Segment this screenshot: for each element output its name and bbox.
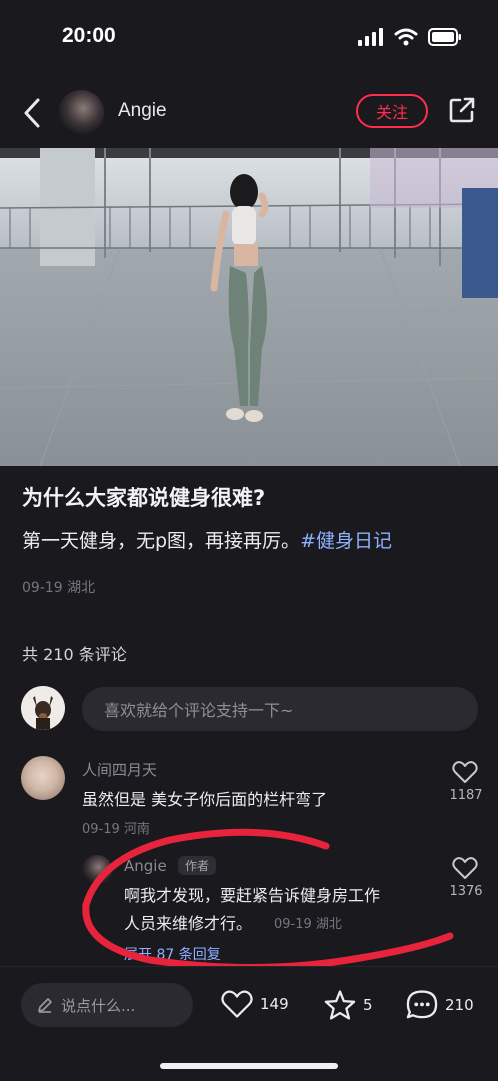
- comment-input[interactable]: 喜欢就给个评论支持一下~: [82, 687, 478, 731]
- reply-text-line-2: 人员来维修才行。: [124, 914, 253, 933]
- reply-author-avatar[interactable]: [82, 855, 112, 885]
- wifi-icon: [394, 28, 418, 46]
- comment-total: 210: [445, 996, 474, 1014]
- comment-text: 虽然但是 美女子你后面的栏杆弯了: [82, 790, 328, 809]
- follow-button[interactable]: 关注: [356, 94, 428, 128]
- commenter-avatar[interactable]: [21, 756, 65, 800]
- author-badge: 作者: [178, 856, 217, 875]
- post-meta: 09-19 湖北: [22, 580, 96, 596]
- reply-meta: 09-19 湖北: [274, 917, 342, 932]
- hashtag-link[interactable]: #健身日记: [300, 530, 392, 552]
- collect-count: 5: [363, 996, 373, 1014]
- cellular-signal-icon: [358, 28, 383, 46]
- comment-meta: 09-19 河南: [82, 822, 150, 837]
- collect-action[interactable]: 5: [323, 989, 373, 1021]
- commenter-name[interactable]: 人间四月天: [82, 759, 157, 780]
- expand-replies-link[interactable]: 展开 87 条回复: [124, 944, 221, 964]
- status-time: 20:00: [62, 24, 116, 47]
- pencil-icon: [38, 998, 52, 1013]
- author-name[interactable]: Angie: [118, 100, 167, 122]
- author-avatar[interactable]: [58, 90, 104, 136]
- top-nav: Angie 关注: [0, 80, 498, 146]
- current-user-avatar: [21, 686, 65, 730]
- battery-icon: [428, 28, 461, 46]
- like-count: 149: [260, 995, 289, 1013]
- post-title: 为什么大家都说健身很难?: [22, 486, 266, 510]
- star-icon: [324, 990, 356, 1020]
- bottom-action-bar: 说点什么... 149 5 210: [0, 966, 498, 1081]
- post-image[interactable]: [0, 148, 498, 466]
- reply-like-count: 1376: [449, 884, 483, 899]
- post-body: 第一天健身，无p图，再接再厉。#健身日记: [22, 526, 392, 553]
- comment-action[interactable]: 210: [405, 989, 474, 1021]
- say-something-placeholder: 说点什么...: [61, 996, 136, 1015]
- dog-avatar-icon: [21, 686, 65, 730]
- home-indicator[interactable]: [160, 1063, 338, 1069]
- comment-bubble-icon: [406, 990, 438, 1019]
- share-icon[interactable]: [448, 96, 476, 124]
- reply-like-heart-icon[interactable]: [452, 856, 478, 880]
- comment-like-count: 1187: [449, 788, 483, 803]
- gym-photo: [0, 148, 498, 466]
- back-arrow-icon[interactable]: [20, 96, 46, 130]
- status-bar: 20:00: [0, 0, 498, 78]
- like-action[interactable]: 149: [220, 989, 289, 1019]
- reply-text-line-1: 啊我才发现，要赶紧告诉健身房工作: [124, 886, 381, 905]
- status-icons: [358, 28, 462, 46]
- post-body-text: 第一天健身，无p图，再接再厉。: [22, 530, 301, 552]
- heart-icon: [221, 990, 253, 1018]
- say-something-input[interactable]: 说点什么...: [21, 983, 193, 1027]
- comment-count: 共 210 条评论: [22, 645, 127, 664]
- comment-like-heart-icon[interactable]: [452, 760, 478, 784]
- reply-author-name[interactable]: Angie: [124, 857, 167, 875]
